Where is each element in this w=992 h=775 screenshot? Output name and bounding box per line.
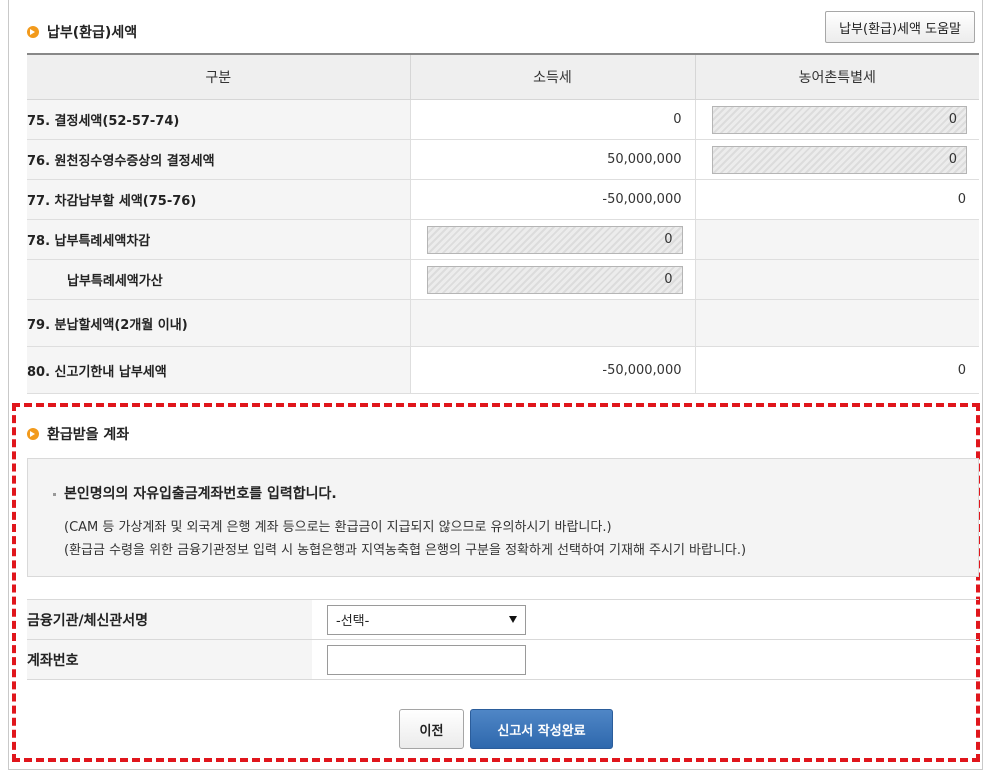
income-tax-readonly-field: 0: [426, 225, 683, 254]
row-label: 77. 차감납부할 세액(75-76): [27, 194, 197, 209]
bank-select[interactable]: -선택-: [327, 604, 526, 635]
income-tax-value: -50,000,000: [409, 346, 695, 394]
rural-tax-readonly-field: 0: [711, 105, 967, 134]
bank-row: 금융기관/체신관서명 -선택-: [27, 599, 979, 640]
rural-tax-readonly-field: 0: [711, 145, 967, 174]
row-label: 79. 분납할세액(2개월 이내): [27, 317, 188, 333]
account-row: 계좌번호: [27, 639, 979, 680]
caret-down-icon: [509, 616, 517, 623]
income-tax-readonly-field: 0: [426, 265, 683, 294]
notice-box: 본인명의의 자유입출금계좌번호를 입력합니다. (CAM 등 가상계좌 및 외국…: [27, 458, 979, 577]
tax-section-title: 납부(환급)세액: [27, 22, 137, 42]
rural-tax-value: 0: [694, 179, 979, 220]
table-row: 납부특례세액가산 0: [27, 259, 979, 300]
table-row: 78. 납부특례세액차감 0: [27, 219, 979, 260]
account-label: 계좌번호: [27, 639, 312, 680]
tax-table: 구분 소득세 농어촌특별세 75. 결정세액(52-57-74) 0 0 76.…: [27, 53, 979, 394]
row-label: 75. 결정세액(52-57-74): [27, 114, 180, 129]
row-label: 78. 납부특례세액차감: [27, 234, 151, 249]
notice-line-1: (CAM 등 가상계좌 및 외국계 은행 계좌 등으로는 환급금이 지급되지 않…: [64, 520, 612, 535]
notice-main-text: 본인명의의 자유입출금계좌번호를 입력합니다.: [53, 483, 337, 503]
bank-label: 금융기관/체신관서명: [27, 599, 312, 640]
row-label: 80. 신고기한내 납부세액: [27, 364, 167, 380]
notice-line-2: (환급금 수령을 위한 금융기관정보 입력 시 농협은행과 지역농축협 은행의 …: [64, 543, 747, 558]
income-tax-value: 50,000,000: [409, 139, 695, 180]
income-tax-value: -50,000,000: [409, 179, 695, 220]
refund-section-title: 환급받을 계좌: [27, 424, 129, 444]
account-form-table: 금융기관/체신관서명 -선택- 계좌번호: [27, 599, 979, 680]
tax-help-button[interactable]: 납부(환급)세액 도움말: [825, 11, 975, 43]
column-header-rural-tax: 농어촌특별세: [694, 53, 979, 100]
table-row: 80. 신고기한내 납부세액 -50,000,000 0: [27, 346, 979, 394]
table-row: 75. 결정세액(52-57-74) 0 0: [27, 99, 979, 140]
empty-cell: [694, 259, 979, 300]
complete-button[interactable]: 신고서 작성완료: [470, 709, 613, 749]
table-row: 77. 차감납부할 세액(75-76) -50,000,000 0: [27, 179, 979, 220]
orange-arrow-icon: [27, 428, 39, 440]
column-header-category: 구분: [27, 53, 410, 100]
table-row: 79. 분납할세액(2개월 이내): [27, 299, 979, 347]
row-label: 납부특례세액가산: [67, 274, 163, 289]
bank-select-value: -선택-: [336, 614, 370, 629]
empty-cell: [409, 299, 695, 347]
account-number-input[interactable]: [327, 644, 526, 675]
empty-cell: [694, 219, 979, 260]
prev-button[interactable]: 이전: [399, 709, 464, 749]
income-tax-value: 0: [409, 99, 695, 140]
empty-cell: [694, 299, 979, 347]
table-row: 76. 원천징수영수증상의 결정세액 50,000,000 0: [27, 139, 979, 180]
rural-tax-value: 0: [694, 346, 979, 394]
orange-arrow-icon: [27, 26, 39, 38]
column-header-income-tax: 소득세: [409, 53, 695, 100]
row-label: 76. 원천징수영수증상의 결정세액: [27, 154, 215, 169]
